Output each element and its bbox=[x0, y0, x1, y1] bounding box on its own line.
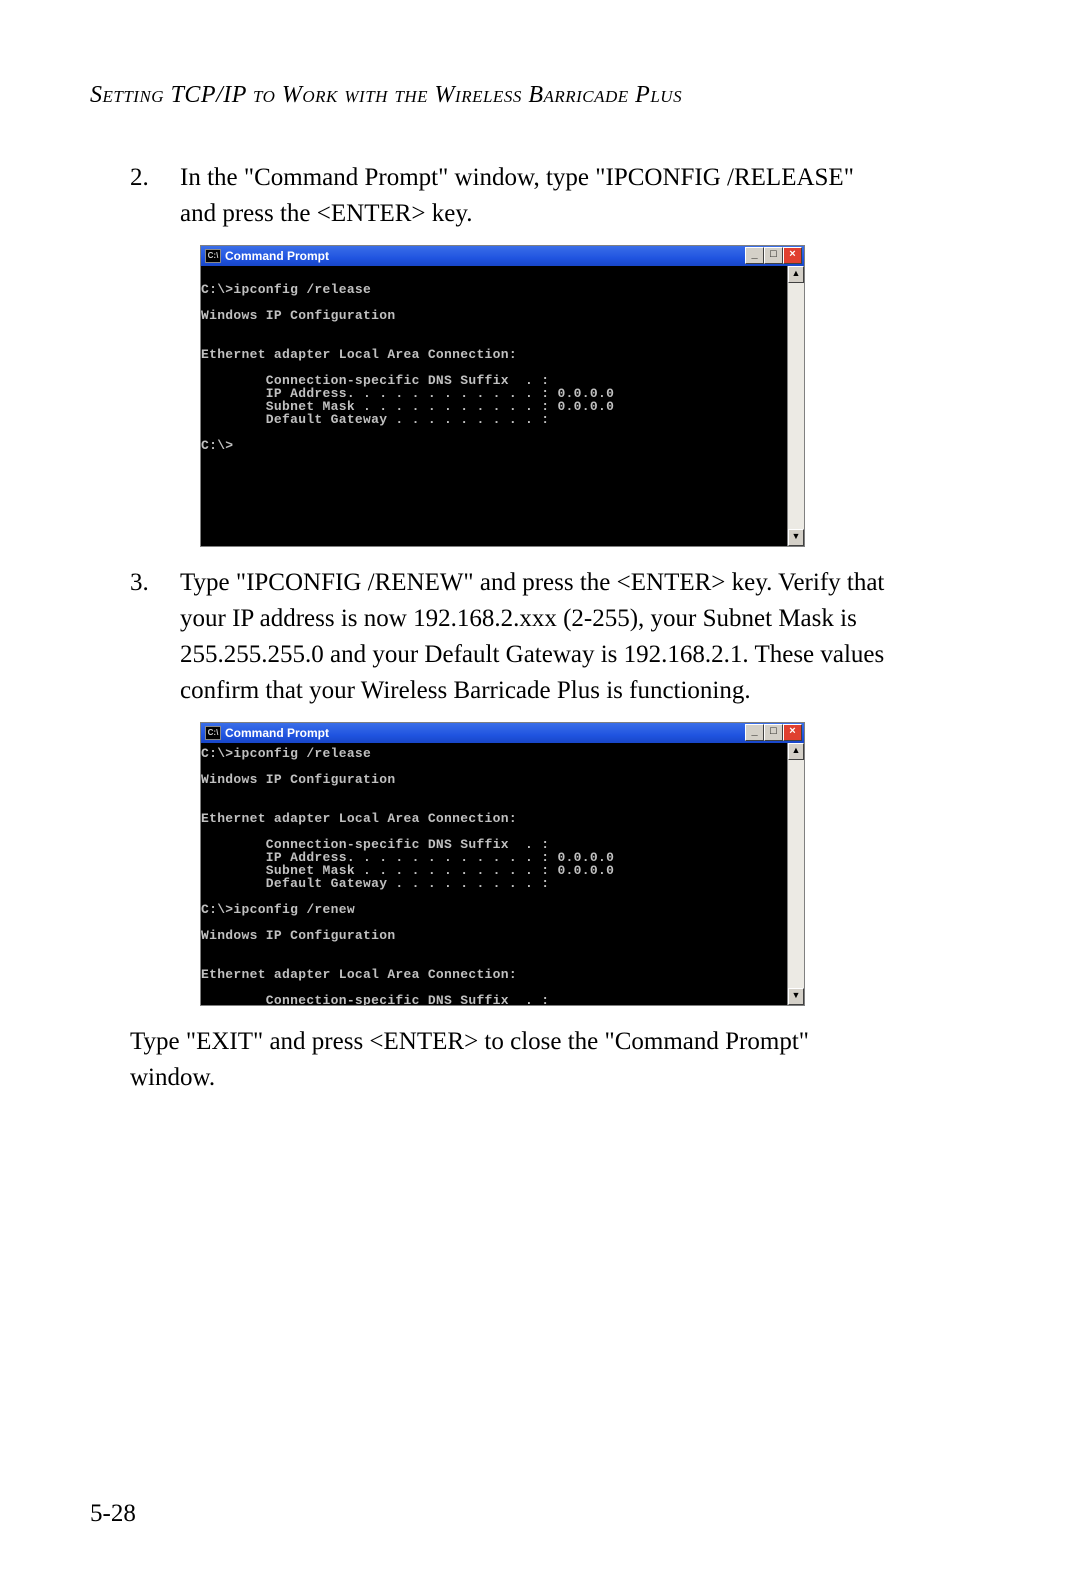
minimize-button[interactable]: _ bbox=[745, 724, 764, 741]
closing-text: Type "EXIT" and press <ENTER> to close t… bbox=[130, 1024, 888, 1097]
titlebar[interactable]: C:\ Command Prompt _ □ × bbox=[201, 723, 804, 743]
scroll-up-button[interactable]: ▲ bbox=[788, 743, 804, 760]
scrollbar[interactable]: ▲ ▼ bbox=[787, 743, 804, 1005]
scrollbar-track[interactable] bbox=[788, 760, 804, 988]
command-prompt-window: C:\ Command Prompt _ □ × C:\>ipconfig /r… bbox=[200, 722, 805, 1006]
window-title: Command Prompt bbox=[225, 250, 745, 262]
step-2: 2. In the "Command Prompt" window, type … bbox=[130, 160, 888, 547]
window-title: Command Prompt bbox=[225, 727, 745, 739]
page-header: Setting TCP/IP to Work with the Wireless… bbox=[90, 82, 682, 109]
scroll-up-button[interactable]: ▲ bbox=[788, 266, 804, 283]
page-number: 5-28 bbox=[90, 1500, 136, 1528]
step-text: In the "Command Prompt" window, type "IP… bbox=[180, 164, 854, 227]
cmd-icon: C:\ bbox=[205, 249, 221, 263]
step-text: Type "IPCONFIG /RENEW" and press the <EN… bbox=[180, 569, 884, 705]
titlebar[interactable]: C:\ Command Prompt _ □ × bbox=[201, 246, 804, 266]
scrollbar-track[interactable] bbox=[788, 283, 804, 529]
step-3: 3. Type "IPCONFIG /RENEW" and press the … bbox=[130, 565, 888, 1006]
terminal-output[interactable]: C:\>ipconfig /release Windows IP Configu… bbox=[201, 743, 787, 1005]
close-button[interactable]: × bbox=[783, 724, 802, 741]
cmd-icon: C:\ bbox=[205, 726, 221, 740]
terminal-output[interactable]: C:\>ipconfig /release Windows IP Configu… bbox=[201, 266, 787, 546]
minimize-button[interactable]: _ bbox=[745, 247, 764, 264]
command-prompt-window: C:\ Command Prompt _ □ × C:\>ipconfig /r… bbox=[200, 245, 805, 547]
maximize-button[interactable]: □ bbox=[764, 247, 783, 264]
scroll-down-button[interactable]: ▼ bbox=[788, 529, 804, 546]
maximize-button[interactable]: □ bbox=[764, 724, 783, 741]
scroll-down-button[interactable]: ▼ bbox=[788, 988, 804, 1005]
close-button[interactable]: × bbox=[783, 247, 802, 264]
step-number: 2. bbox=[130, 160, 149, 196]
scrollbar[interactable]: ▲ ▼ bbox=[787, 266, 804, 546]
step-number: 3. bbox=[130, 565, 149, 601]
